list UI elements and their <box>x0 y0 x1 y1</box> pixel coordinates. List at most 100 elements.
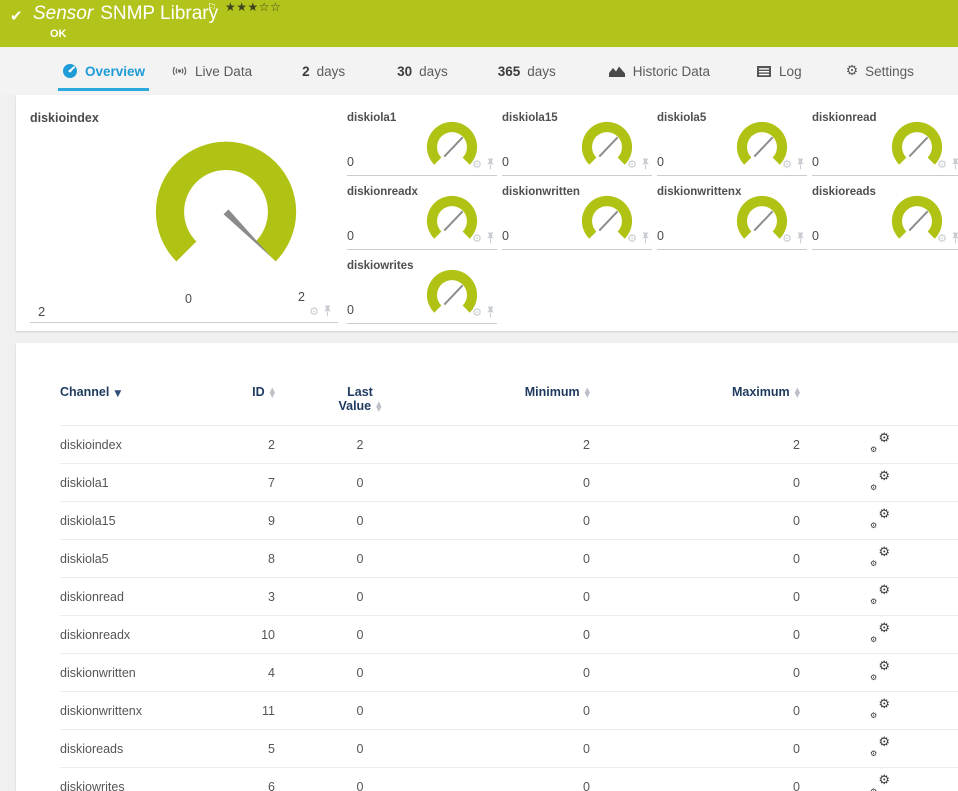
channel-settings-icon[interactable]: ⚙⚙ <box>870 697 890 720</box>
pin-icon[interactable] <box>641 232 650 244</box>
gear-icon[interactable]: ⚙ <box>627 159 637 170</box>
tab-number: 365 <box>497 63 521 79</box>
tab-overview[interactable]: Overview <box>57 47 150 95</box>
column-header-maximum[interactable]: Maximum ▲ ▼ <box>590 385 800 426</box>
channel-name[interactable]: diskiowrites <box>60 767 220 791</box>
tab-label: days <box>527 63 556 79</box>
gauge-tile[interactable]: diskioreads 0 ⚙ <box>812 182 958 250</box>
channel-settings-icon[interactable]: ⚙⚙ <box>870 659 890 682</box>
gauge-scale-max: 2 <box>298 290 305 304</box>
channel-name[interactable]: diskioreads <box>60 729 220 768</box>
pin-icon[interactable] <box>951 158 958 170</box>
gauge-value: 0 <box>347 229 354 243</box>
gauge-tile[interactable]: diskiowrites 0 ⚙ <box>347 256 497 324</box>
pin-icon[interactable] <box>951 232 958 244</box>
gear-icon[interactable]: ⚙ <box>782 159 792 170</box>
gauge-tile-actions: ⚙ <box>472 306 495 318</box>
pin-icon[interactable] <box>486 158 495 170</box>
gauge-tile[interactable]: diskionwrittenx 0 ⚙ <box>657 182 807 250</box>
table-row[interactable]: diskiowrites 6 0 0 0 ⚙⚙ <box>60 767 958 791</box>
tab-30-days[interactable]: 30 days <box>397 47 448 95</box>
table-row[interactable]: diskiola1 7 0 0 0 ⚙ ⚙ <box>60 463 958 502</box>
column-header-settings <box>800 385 958 426</box>
tab-settings[interactable]: ⚙ Settings <box>846 47 914 95</box>
gear-icon[interactable]: ⚙ <box>627 233 637 244</box>
channel-settings-icon[interactable]: ⚙⚙ <box>870 621 890 644</box>
tab-live-data[interactable]: Live Data <box>171 47 252 95</box>
channel-maximum: 0 <box>590 501 800 540</box>
table-row[interactable]: diskiola5 8 0 0 0 ⚙ ⚙ <box>60 539 958 578</box>
channel-id: 3 <box>220 577 275 616</box>
gauges-panel: diskioindex 0 2 2 ⚙ diskiola1 0 ⚙ diskio… <box>16 95 958 331</box>
priority-stars[interactable]: ★★★☆☆ <box>225 0 281 14</box>
channel-settings-icon[interactable]: ⚙⚙ <box>870 469 890 492</box>
channel-name[interactable]: diskionreadx <box>60 615 220 654</box>
table-row[interactable]: diskioindex 2 2 2 2 ⚙ ⚙ <box>60 425 958 464</box>
pin-icon[interactable] <box>796 158 805 170</box>
gauge-tile-actions: ⚙ <box>782 158 805 170</box>
table-row[interactable]: diskionwrittenx 11 0 0 0 ⚙ ⚙ <box>60 691 958 730</box>
channel-name[interactable]: diskiola1 <box>60 463 220 502</box>
channel-settings-icon[interactable]: ⚙⚙ <box>870 773 890 791</box>
table-row[interactable]: diskionread 3 0 0 0 ⚙ ⚙ <box>60 577 958 616</box>
gauge-tile[interactable]: diskionwritten 0 ⚙ <box>502 182 652 250</box>
channel-settings-icon[interactable]: ⚙⚙ <box>870 431 890 454</box>
channel-settings-icon[interactable]: ⚙⚙ <box>870 545 890 568</box>
channel-name[interactable]: diskioindex <box>60 425 220 464</box>
channel-minimum: 0 <box>445 653 590 692</box>
flag-icon[interactable]: ⚐ <box>207 1 217 14</box>
gauge-tile-primary[interactable]: diskioindex 0 2 2 ⚙ <box>30 108 338 323</box>
channel-id: 6 <box>220 767 275 791</box>
channel-settings-icon[interactable]: ⚙⚙ <box>870 507 890 530</box>
channel-name[interactable]: diskionwrittenx <box>60 691 220 730</box>
sensor-name: SNMP Library <box>100 3 219 24</box>
pin-icon[interactable] <box>323 305 332 317</box>
gauge-tile[interactable]: diskiola15 0 ⚙ <box>502 108 652 176</box>
channel-settings-icon[interactable]: ⚙⚙ <box>870 583 890 606</box>
channel-name[interactable]: diskiola15 <box>60 501 220 540</box>
tab-label: Settings <box>865 63 914 79</box>
channel-last-value: 0 <box>275 691 445 730</box>
gear-icon[interactable]: ⚙ <box>782 233 792 244</box>
gear-icon[interactable]: ⚙ <box>309 306 319 317</box>
channel-minimum: 0 <box>445 539 590 578</box>
channel-name[interactable]: diskiola5 <box>60 539 220 578</box>
tab-historic-data[interactable]: Historic Data <box>608 47 710 95</box>
column-header-minimum[interactable]: Minimum ▲ ▼ <box>445 385 590 426</box>
gear-icon[interactable]: ⚙ <box>472 307 482 318</box>
pin-icon[interactable] <box>486 306 495 318</box>
tab-label: Overview <box>85 63 146 79</box>
channel-name[interactable]: diskionwritten <box>60 653 220 692</box>
pin-icon[interactable] <box>796 232 805 244</box>
gear-icon[interactable]: ⚙ <box>472 233 482 244</box>
gauge-tile[interactable]: diskionread 0 ⚙ <box>812 108 958 176</box>
channel-settings-icon[interactable]: ⚙⚙ <box>870 735 890 758</box>
channel-last-value: 0 <box>275 501 445 540</box>
table-header-row: Channel ▼ ID ▲ ▼ Last Value ▲ ▼ Minimum ▲ ▼ Maxi… <box>60 385 958 426</box>
pin-icon[interactable] <box>486 232 495 244</box>
channel-minimum: 0 <box>445 691 590 730</box>
tab-2-days[interactable]: 2 days <box>302 47 345 95</box>
gauge-tile[interactable]: diskiola1 0 ⚙ <box>347 108 497 176</box>
stars-empty-icon[interactable]: ☆☆ <box>259 0 282 14</box>
table-row[interactable]: diskionwritten 4 0 0 0 ⚙ ⚙ <box>60 653 958 692</box>
tab-number: 2 <box>302 63 310 79</box>
tab-365-days[interactable]: 365 days <box>498 47 556 95</box>
column-header-channel[interactable]: Channel ▼ <box>60 385 220 426</box>
tab-log[interactable]: Log <box>756 47 802 95</box>
gear-icon[interactable]: ⚙ <box>937 233 947 244</box>
table-row[interactable]: diskionreadx 10 0 0 0 ⚙ ⚙ <box>60 615 958 654</box>
gear-icon[interactable]: ⚙ <box>937 159 947 170</box>
pin-icon[interactable] <box>641 158 650 170</box>
gauge-tile[interactable]: diskionreadx 0 ⚙ <box>347 182 497 250</box>
gear-icon[interactable]: ⚙ <box>472 159 482 170</box>
column-header-id[interactable]: ID ▲ ▼ <box>220 385 275 426</box>
table-row[interactable]: diskiola15 9 0 0 0 ⚙ ⚙ <box>60 501 958 540</box>
gauge-tab-icon <box>62 63 78 79</box>
table-row[interactable]: diskioreads 5 0 0 0 ⚙ ⚙ <box>60 729 958 768</box>
stars-filled-icon[interactable]: ★★★ <box>225 0 259 14</box>
channel-id: 9 <box>220 501 275 540</box>
channel-name[interactable]: diskionread <box>60 577 220 616</box>
column-header-last-value[interactable]: Last Value ▲ ▼ <box>275 385 445 426</box>
gauge-tile[interactable]: diskiola5 0 ⚙ <box>657 108 807 176</box>
